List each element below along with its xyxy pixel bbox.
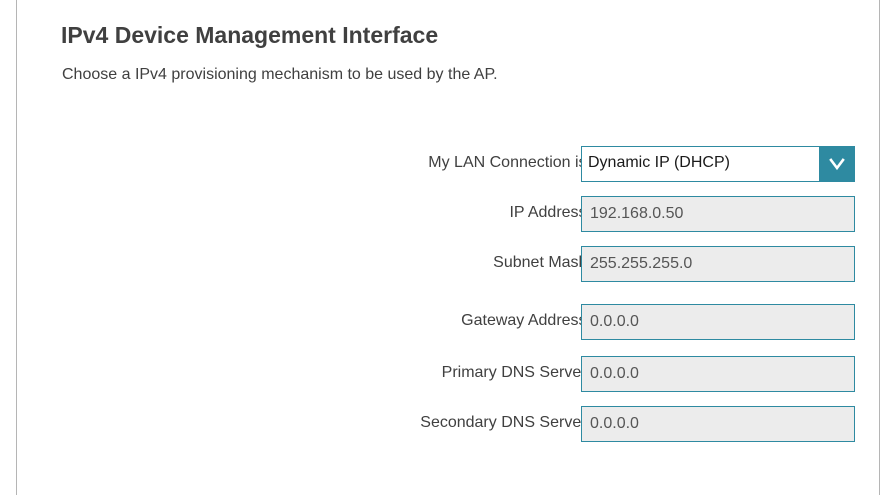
primary-dns-label: Primary DNS Server:: [441, 364, 591, 381]
secondary-dns-field[interactable]: [581, 406, 855, 442]
lan-connection-select[interactable]: Dynamic IP (DHCP): [581, 146, 855, 182]
gateway-row: Gateway Address:: [17, 304, 881, 340]
subnet-mask-label: Subnet Mask:: [493, 254, 591, 271]
gateway-field[interactable]: [581, 304, 855, 340]
primary-dns-field[interactable]: [581, 356, 855, 392]
ip-address-row: IP Address:: [17, 196, 881, 232]
subnet-mask-field[interactable]: [581, 246, 855, 282]
lan-connection-label: My LAN Connection is:: [428, 154, 591, 171]
gateway-label: Gateway Address:: [461, 312, 591, 329]
ip-address-label: IP Address:: [509, 204, 591, 221]
secondary-dns-label: Secondary DNS Server:: [420, 414, 591, 431]
ip-address-field[interactable]: [581, 196, 855, 232]
lan-connection-value: Dynamic IP (DHCP): [588, 154, 730, 171]
page-description: Choose a IPv4 provisioning mechanism to …: [62, 66, 498, 83]
page-title: IPv4 Device Management Interface: [61, 22, 439, 48]
chevron-down-icon: [829, 158, 845, 171]
primary-dns-row: Primary DNS Server:: [17, 356, 881, 392]
settings-panel: IPv4 Device Management Interface Choose …: [16, 0, 880, 495]
dropdown-toggle[interactable]: [819, 146, 855, 182]
lan-connection-row: My LAN Connection is: Dynamic IP (DHCP): [17, 146, 881, 182]
secondary-dns-row: Secondary DNS Server:: [17, 406, 881, 442]
subnet-mask-row: Subnet Mask:: [17, 246, 881, 282]
